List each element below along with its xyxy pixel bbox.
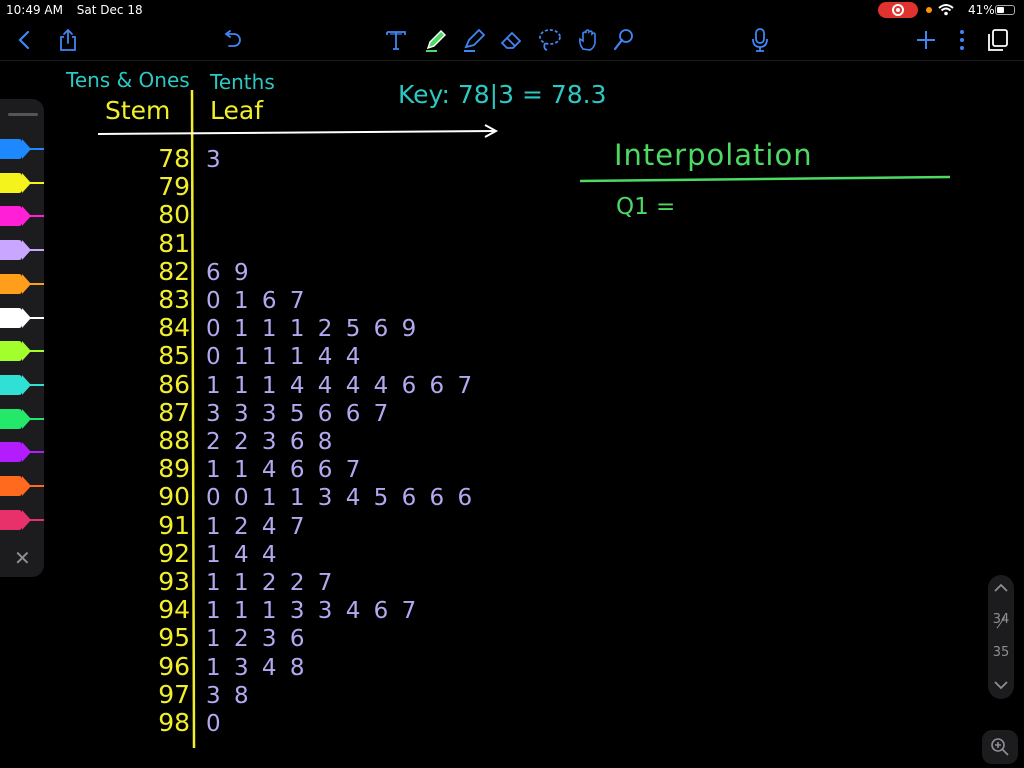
- leaf-values: 0 1 6 7: [206, 288, 307, 314]
- stem-value: 81: [158, 228, 190, 258]
- favorite-pen[interactable]: [0, 442, 44, 463]
- stem-value: 98: [158, 708, 190, 737]
- pen-color-line: [30, 518, 44, 521]
- pen-color-line: [30, 181, 44, 184]
- leaf-values: 1 4 4: [206, 541, 279, 568]
- leaf-values: 0 1 1 1 2 5 6 9: [206, 316, 419, 343]
- leaf-values: 2 2 3 6 8: [206, 429, 335, 455]
- favorite-pen[interactable]: [0, 476, 44, 496]
- pen-body: [0, 206, 22, 227]
- pen-color-line: [30, 451, 44, 454]
- stem-leaf-divider: [190, 89, 196, 749]
- zoom-button[interactable]: [982, 730, 1018, 764]
- pen-body: [0, 307, 22, 328]
- leaf-values: 1 1 1 3 3 4 6 7: [206, 598, 419, 625]
- stem-value: 80: [158, 200, 190, 230]
- pen-body: [0, 172, 22, 193]
- pen-body: [0, 240, 22, 261]
- leaf-values: 3 8: [206, 682, 251, 709]
- pen-body: [0, 408, 22, 429]
- stem-value: 89: [158, 454, 190, 484]
- pen-body: [0, 139, 22, 159]
- favorites-pen-tray[interactable]: ✕: [0, 99, 44, 577]
- table-underline: [97, 130, 496, 135]
- leaf-values: 1 2 4 7: [206, 513, 307, 540]
- pen-color-line: [30, 417, 44, 420]
- pen-body: [0, 273, 22, 294]
- interpolation-underline: [579, 175, 951, 183]
- stem-value: 82: [158, 256, 190, 286]
- pen-color-line: [30, 249, 44, 252]
- stem-value: 91: [158, 510, 190, 540]
- chevron-up-icon[interactable]: [993, 583, 1009, 593]
- page-navigator: 34 35: [988, 575, 1014, 699]
- favorite-pen[interactable]: [0, 139, 44, 159]
- pen-color-line: [30, 215, 44, 218]
- q1-label: Q1 =: [616, 194, 676, 220]
- stem-value: 87: [158, 397, 190, 427]
- pen-color-line: [30, 350, 44, 353]
- zoom-in-icon: [991, 738, 1009, 756]
- pen-body: [0, 442, 22, 463]
- leaf-values: 0 1 1 1 4 4: [206, 344, 363, 371]
- stem-value: 79: [158, 172, 190, 202]
- leaf-values: 0 0 1 1 3 4 5 6 6 6: [206, 485, 475, 512]
- favorite-pen[interactable]: [0, 374, 44, 395]
- leaf-values: 1 1 2 2 7: [206, 570, 335, 596]
- stem-value: 78: [158, 144, 190, 173]
- stem-value: 84: [158, 313, 190, 343]
- total-page-number: 35: [992, 645, 1010, 660]
- leaf-values: 1 3 4 8: [206, 654, 307, 681]
- favorite-pen[interactable]: [0, 206, 44, 227]
- pen-body: [0, 374, 22, 395]
- favorite-pen[interactable]: [0, 307, 44, 328]
- leaf-values: 6 9: [206, 259, 251, 286]
- stem-value: 92: [158, 538, 190, 568]
- pen-body: [0, 476, 22, 496]
- favorite-pen[interactable]: [0, 509, 44, 530]
- favorite-pen[interactable]: [0, 240, 44, 261]
- close-icon[interactable]: ✕: [14, 548, 31, 568]
- favorite-pen[interactable]: [0, 341, 44, 362]
- pen-color-line: [30, 148, 44, 150]
- stem-value: 94: [158, 595, 190, 625]
- stem-value: 88: [158, 426, 190, 455]
- pen-body: [0, 509, 22, 530]
- interpolation-title: Interpolation: [614, 138, 813, 172]
- stem-value: 97: [158, 679, 190, 709]
- stem-value: 93: [158, 567, 190, 596]
- leaf-values: 3: [206, 147, 223, 173]
- favorite-pen[interactable]: [0, 273, 44, 294]
- leaf-values: 1 1 4 6 6 7: [206, 457, 363, 484]
- stem-value: 83: [158, 285, 190, 314]
- stem-value: 96: [158, 651, 190, 681]
- stem-value: 85: [158, 341, 190, 371]
- favorite-pen[interactable]: [0, 408, 44, 429]
- tray-drag-handle[interactable]: [8, 113, 38, 116]
- pen-body: [0, 341, 22, 362]
- leaf-values: 1 2 3 6: [206, 626, 307, 653]
- pen-color-line: [30, 485, 44, 487]
- chevron-down-icon[interactable]: [993, 680, 1009, 690]
- stem-value: 95: [158, 623, 190, 653]
- leaf-values: 1 1 1 4 4 4 4 6 6 7: [206, 372, 475, 399]
- pen-color-line: [30, 316, 44, 319]
- pen-color-line: [30, 383, 44, 386]
- stem-value: 86: [158, 369, 190, 399]
- pen-color-line: [30, 282, 44, 285]
- leaf-values: 0: [206, 711, 223, 737]
- leaf-values: 3 3 3 5 6 6 7: [206, 400, 391, 427]
- favorite-pen[interactable]: [0, 172, 44, 193]
- stem-value: 90: [158, 482, 190, 512]
